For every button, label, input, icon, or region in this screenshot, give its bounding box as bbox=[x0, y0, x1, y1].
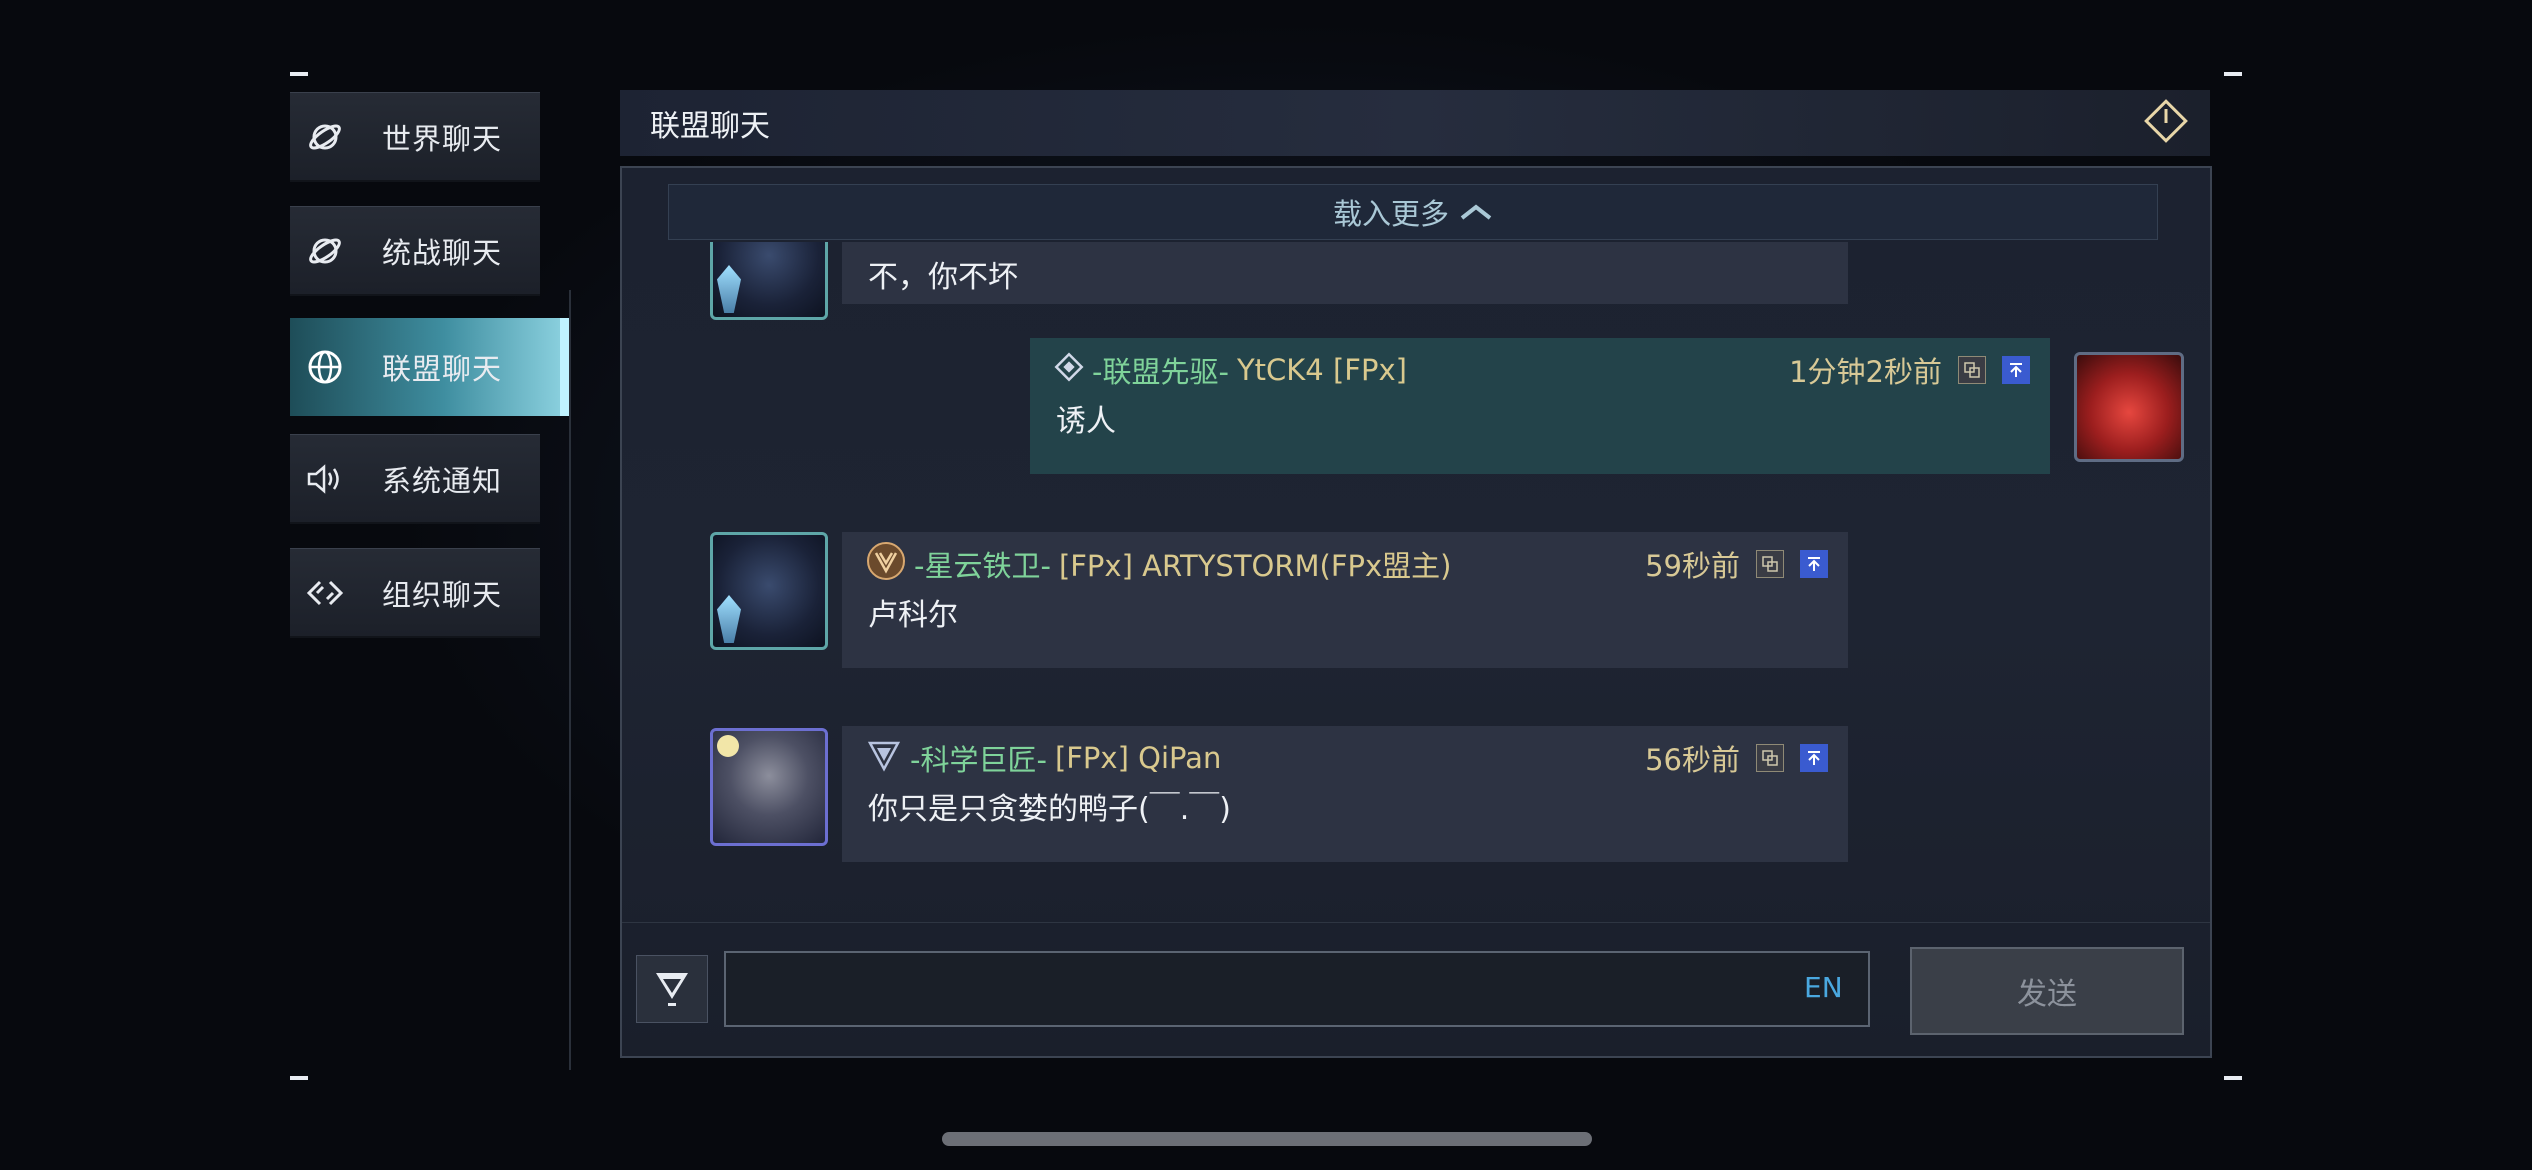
pin-top-icon[interactable] bbox=[1800, 550, 1828, 578]
sidebar-item-label: 世界聊天 bbox=[382, 121, 503, 156]
member-name[interactable]: [FPx] ARTYSTORM(FPx盟主) bbox=[1059, 543, 1452, 585]
chat-header: 联盟聊天 bbox=[620, 90, 2210, 156]
chat-panel: 载入更多 不，你不坏 -联盟先驱- YtCK4 [FPx] 1分钟2秒前 诱人 … bbox=[620, 166, 2212, 1058]
pin-top-icon[interactable] bbox=[1800, 744, 1828, 772]
rank-badge-icon bbox=[717, 595, 741, 643]
corner-marker bbox=[2224, 72, 2242, 76]
sidebar-item-organization-chat[interactable]: 组织聊天 bbox=[290, 548, 540, 638]
triangle-emblem-icon bbox=[866, 737, 902, 780]
message-text: 你只是只贪婪的鸭子(￣.￣) bbox=[868, 792, 1231, 827]
corner-marker bbox=[2224, 1076, 2242, 1080]
link-icon bbox=[290, 578, 360, 608]
planet-icon bbox=[290, 232, 360, 270]
avatar[interactable] bbox=[710, 728, 828, 846]
planet-icon bbox=[290, 118, 360, 156]
sidebar-item-label: 组织聊天 bbox=[382, 577, 503, 612]
message-bubble[interactable]: -星云铁卫- [FPx] ARTYSTORM(FPx盟主) 59秒前 卢科尔 bbox=[842, 532, 1848, 668]
message-input[interactable] bbox=[724, 951, 1870, 1027]
pin-top-icon[interactable] bbox=[2002, 356, 2030, 384]
corner-marker bbox=[290, 72, 308, 76]
chevron-up-icon bbox=[1459, 195, 1493, 229]
input-bar: EN 发送 bbox=[622, 922, 2210, 1056]
power-icon[interactable] bbox=[2142, 97, 2190, 149]
sidebar-item-label: 联盟聊天 bbox=[382, 352, 503, 386]
avatar[interactable] bbox=[2074, 352, 2184, 462]
member-rank: -星云铁卫- bbox=[914, 549, 1051, 583]
message-meta: -星云铁卫- [FPx] ARTYSTORM(FPx盟主) 59秒前 bbox=[866, 541, 1828, 585]
message-text: 诱人 bbox=[1056, 404, 1116, 439]
message-bubble[interactable]: 不，你不坏 bbox=[842, 242, 1848, 304]
sidebar-divider bbox=[569, 290, 571, 1070]
emoji-button[interactable] bbox=[636, 955, 708, 1023]
page-title: 联盟聊天 bbox=[650, 109, 770, 144]
message-bubble[interactable]: -联盟先驱- YtCK4 [FPx] 1分钟2秒前 诱人 bbox=[1030, 338, 2050, 474]
member-name[interactable]: YtCK4 [FPx] bbox=[1237, 353, 1407, 387]
load-more-label: 载入更多 bbox=[1332, 197, 1449, 231]
translate-icon[interactable] bbox=[1756, 550, 1784, 578]
rank-badge-icon bbox=[717, 265, 741, 313]
triangle-down-icon bbox=[650, 965, 694, 1013]
send-button[interactable]: 发送 bbox=[1910, 947, 2184, 1035]
message-meta: -科学巨匠- [FPx] QiPan 56秒前 bbox=[866, 738, 1828, 778]
sidebar-item-label: 系统通知 bbox=[382, 463, 503, 498]
sidebar-item-united-front-chat[interactable]: 统战聊天 bbox=[290, 206, 540, 296]
status-dot bbox=[717, 735, 739, 757]
message-time: 1分钟2秒前 bbox=[1789, 355, 1942, 389]
member-rank: -科学巨匠- bbox=[910, 743, 1047, 777]
avatar[interactable] bbox=[710, 242, 828, 320]
message-meta: -联盟先驱- YtCK4 [FPx] 1分钟2秒前 bbox=[1054, 350, 2030, 390]
load-more-button[interactable]: 载入更多 bbox=[668, 184, 2158, 240]
rank-diamond-icon bbox=[1054, 352, 1084, 389]
sidebar-item-world-chat[interactable]: 世界聊天 bbox=[290, 92, 540, 182]
sidebar-item-system-notice[interactable]: 系统通知 bbox=[290, 434, 540, 524]
translate-icon[interactable] bbox=[1958, 356, 1986, 384]
sidebar-item-label: 统战聊天 bbox=[382, 235, 503, 270]
sidebar-item-alliance-chat[interactable]: 联盟聊天 bbox=[290, 318, 570, 416]
shield-emblem-icon bbox=[866, 541, 906, 588]
member-name[interactable]: [FPx] QiPan bbox=[1055, 741, 1221, 775]
speaker-icon bbox=[290, 462, 360, 496]
member-rank: -联盟先驱- bbox=[1092, 355, 1229, 389]
language-toggle[interactable]: EN bbox=[1804, 971, 1843, 1004]
message-list[interactable]: 不，你不坏 -联盟先驱- YtCK4 [FPx] 1分钟2秒前 诱人 -星云铁卫… bbox=[622, 242, 2210, 982]
translate-icon[interactable] bbox=[1756, 744, 1784, 772]
message-time: 59秒前 bbox=[1645, 549, 1740, 583]
corner-marker bbox=[290, 1076, 308, 1080]
message-text: 不，你不坏 bbox=[868, 260, 1018, 295]
globe-icon bbox=[290, 349, 360, 385]
home-indicator[interactable] bbox=[942, 1132, 1592, 1146]
message-time: 56秒前 bbox=[1645, 743, 1740, 777]
message-bubble[interactable]: -科学巨匠- [FPx] QiPan 56秒前 你只是只贪婪的鸭子(￣.￣) bbox=[842, 726, 1848, 862]
avatar[interactable] bbox=[710, 532, 828, 650]
message-text: 卢科尔 bbox=[868, 598, 958, 633]
